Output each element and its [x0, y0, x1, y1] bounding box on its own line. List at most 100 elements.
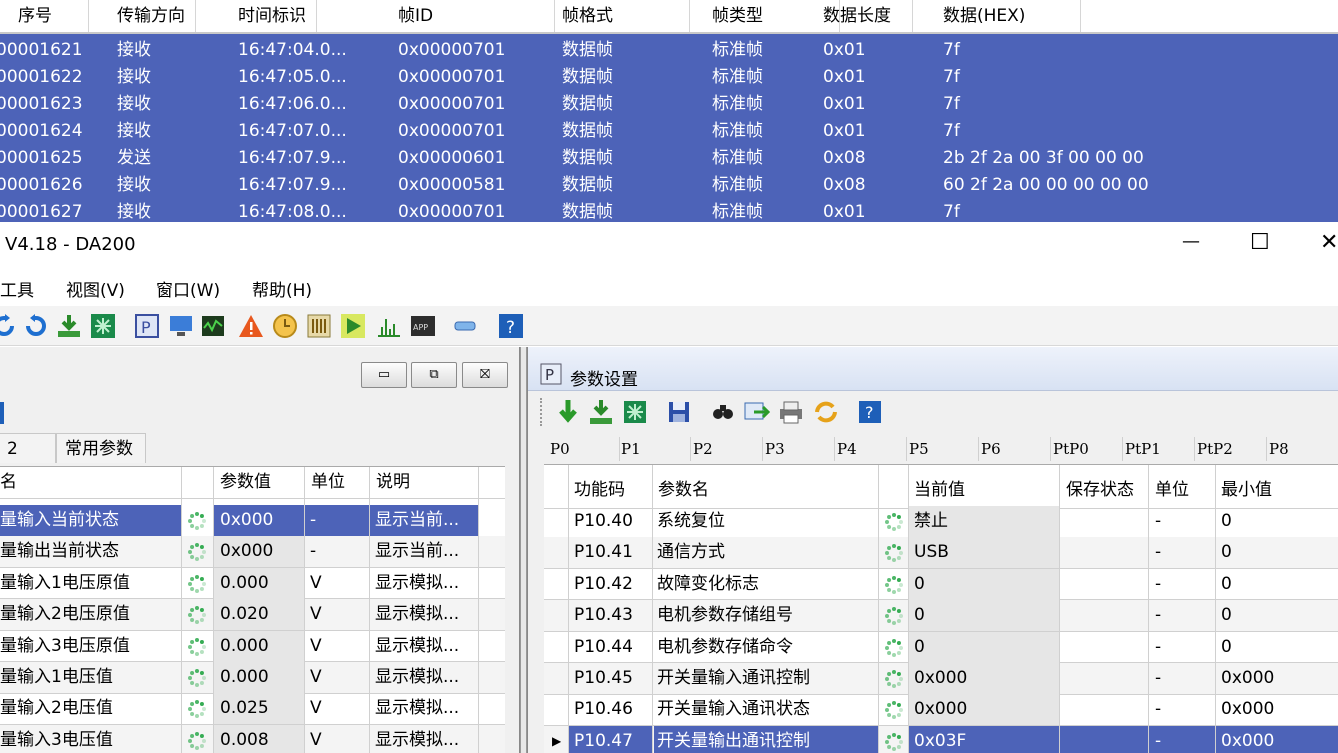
parameter-row[interactable]: P10.40 系统复位 禁止 - 0 — [544, 506, 1338, 538]
parameter-icon[interactable]: P — [134, 313, 160, 339]
parameter-current-value[interactable]: 0x03F — [909, 725, 1059, 753]
monitor-row[interactable]: 量输出当前状态 0x000- 显示当前... — [0, 536, 505, 568]
tab-ptp1[interactable]: PtP1 — [1123, 437, 1195, 461]
parameter-row[interactable]: P10.43 电机参数存储组号 0 - 0 — [544, 600, 1338, 632]
tab-group-2[interactable]: 2 — [0, 433, 56, 463]
read-params-icon[interactable] — [556, 399, 580, 425]
parameter-row[interactable]: P10.44 电机参数存储命令 0 - 0 — [544, 631, 1338, 664]
clock-icon[interactable] — [272, 313, 298, 339]
maximize-button[interactable]: ☐ — [1230, 222, 1290, 268]
help-icon[interactable]: ? — [858, 400, 882, 424]
tab-common-params[interactable]: 常用参数 — [56, 433, 146, 463]
parameter-current-value[interactable]: 0 — [909, 568, 1059, 600]
tab-p4[interactable]: P4 — [835, 437, 907, 461]
can-log-row[interactable]: 00001622 接收 16:47:05.0... 0x00000701 数据帧 标准帧 0… — [0, 64, 1338, 91]
monitor-row[interactable]: 量输入3电压值 0.008 V 显示模拟... — [0, 724, 505, 753]
monitor-row[interactable]: 量输入2电压值 0.025 V 显示模拟... — [0, 693, 505, 725]
menu-view[interactable]: 视图(V) — [66, 276, 125, 301]
mdi-restore-button[interactable]: ⧉ — [411, 362, 457, 388]
tab-p1[interactable]: P1 — [619, 437, 691, 461]
alarm-icon[interactable] — [238, 313, 264, 339]
can-cell: 0x01 — [823, 94, 866, 114]
oscilloscope-icon[interactable] — [200, 313, 226, 339]
find-icon[interactable] — [711, 400, 735, 424]
parameter-row[interactable]: P10.45 开关量输入通讯控制 0x000 - 0x000 — [544, 663, 1338, 695]
can-col-header[interactable]: 序号 — [0, 0, 89, 32]
monitor-row[interactable]: 量输入2电压原值 0.020 V 显示模拟... — [0, 599, 505, 631]
can-col-header[interactable]: 时间标识 — [216, 0, 317, 32]
parameter-row[interactable]: P10.42 故障变化标志 0 - 0 — [544, 568, 1338, 601]
parameter-current-value[interactable]: 禁止 — [909, 506, 1059, 537]
parameter-current-value[interactable]: 0 — [909, 631, 1059, 663]
parameter-row[interactable]: P10.41 通信方式 USB - 0 — [544, 537, 1338, 569]
tab-ptp2[interactable]: PtP2 — [1195, 437, 1267, 461]
can-log-row[interactable]: 00001621 接收 16:47:04.0... 0x00000701 数据帧 标准帧 0… — [0, 37, 1338, 64]
tab-p8[interactable]: P8 — [1267, 437, 1338, 461]
menu-tools[interactable]: 工具 — [0, 276, 34, 301]
io-icon[interactable] — [306, 313, 332, 339]
monitor-row[interactable]: 量输入1电压值 0.000 V 显示模拟... — [0, 662, 505, 694]
refresh-grid-icon[interactable] — [623, 400, 647, 424]
refresh-grid-icon[interactable] — [90, 313, 116, 339]
minimize-icon: — — [1182, 231, 1200, 252]
undo-icon[interactable] — [0, 313, 18, 339]
parameter-save-state — [1060, 537, 1148, 568]
tab-ptp0[interactable]: PtP0 — [1051, 437, 1123, 461]
monitor-row-unit: V — [310, 635, 322, 656]
can-log-row[interactable]: 00001623 接收 16:47:06.0... 0x00000701 数据帧 标准帧 0… — [0, 91, 1338, 118]
can-col-header[interactable]: 帧ID — [376, 0, 555, 32]
menu-help[interactable]: 帮助(H) — [252, 276, 312, 301]
print-icon[interactable] — [778, 400, 804, 424]
parameter-status — [880, 600, 908, 631]
monitor-row-desc: 显示模拟... — [375, 667, 460, 687]
monitor-row[interactable]: 量输入3电压原值 0.000 V 显示模拟... — [0, 630, 505, 663]
can-cell: 0x00000701 — [398, 94, 506, 114]
sync-icon[interactable] — [813, 400, 839, 424]
monitor-row[interactable]: 量输入1电压原值 0.000 V 显示模拟... — [0, 567, 505, 600]
parameter-current-value[interactable]: 0x000 — [909, 694, 1059, 726]
can-cell: 标准帧 — [712, 67, 763, 87]
redo-icon[interactable] — [22, 313, 48, 339]
can-log-row[interactable]: 00001626 接收 16:47:07.9... 0x00000581 数据帧 标准帧 0… — [0, 172, 1338, 199]
save-icon[interactable] — [668, 400, 690, 424]
close-window-button[interactable]: ✕ — [1295, 222, 1338, 268]
parameter-current-value[interactable]: USB — [909, 537, 1059, 569]
parameter-row[interactable]: ▶ P10.47 开关量输出通讯控制 0x03F -0x000 — [544, 725, 1338, 753]
menu-window[interactable]: 窗口(W) — [156, 276, 220, 301]
monitor-row[interactable]: 量输入当前状态 0x000- 显示当前... — [0, 505, 505, 537]
can-log-row[interactable]: 00001627 接收 16:47:08.0... 0x00000701 数据帧 标准帧 0… — [0, 199, 1338, 222]
parameter-name: 电机参数存储组号 — [657, 605, 793, 626]
download-icon[interactable] — [589, 399, 613, 425]
mdi-minimize-button[interactable]: ▭ — [361, 362, 407, 388]
monitor-row-status — [181, 662, 213, 693]
parameter-current-value[interactable]: 0 — [909, 600, 1059, 632]
tab-p6[interactable]: P6 — [979, 437, 1051, 461]
tab-p2[interactable]: P2 — [691, 437, 763, 461]
can-col-header[interactable]: 数据长度 — [801, 0, 913, 32]
tab-p3[interactable]: P3 — [763, 437, 835, 461]
mdi-close-button[interactable]: ⛝ — [462, 362, 508, 388]
can-cell: 标准帧 — [712, 202, 763, 222]
connection-icon[interactable] — [452, 313, 478, 339]
can-log-row[interactable]: 00001625 发送 16:47:07.9... 0x00000601 数据帧 标准帧 0… — [0, 145, 1338, 172]
pane-splitter[interactable] — [520, 347, 527, 753]
can-col-header[interactable]: 数据(HEX) — [921, 0, 1081, 32]
can-col-header[interactable]: 帧格式 — [540, 0, 690, 32]
can-col-header[interactable]: 传输方向 — [95, 0, 196, 32]
can-cell: 0x01 — [823, 40, 866, 60]
export-icon[interactable] — [744, 400, 770, 424]
tab-p5[interactable]: P5 — [907, 437, 979, 461]
tab-p0[interactable]: P0 — [548, 437, 620, 461]
can-cell: 接收 — [117, 94, 151, 114]
download-icon[interactable] — [56, 313, 82, 339]
run-icon[interactable] — [340, 313, 366, 339]
minimize-button[interactable]: — — [1160, 222, 1220, 268]
parameter-row[interactable]: P10.46 开关量输入通讯状态 0x000 - 0x000 — [544, 694, 1338, 726]
parameter-current-value[interactable]: 0x000 — [909, 663, 1059, 694]
monitor-icon[interactable] — [168, 313, 194, 339]
frequency-analysis-icon[interactable] — [376, 313, 402, 339]
can-log-row[interactable]: 00001624 接收 16:47:07.0... 0x00000701 数据帧 标准帧 0… — [0, 118, 1338, 145]
drive-icon[interactable]: APP — [410, 313, 436, 339]
help-icon[interactable]: ? — [498, 313, 524, 339]
monitor-row-status — [181, 631, 213, 662]
